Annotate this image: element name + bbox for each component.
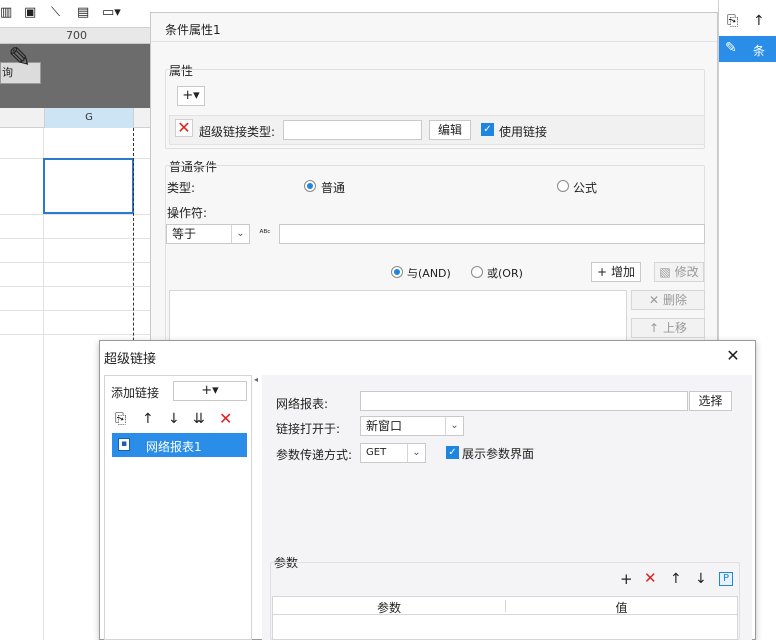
param-up-icon[interactable]: ↑ <box>670 572 682 586</box>
chevron-down-icon: ⌄ <box>407 444 425 462</box>
modify-condition-button[interactable]: ▧ 修改 <box>654 262 704 282</box>
add-button-label: 增加 <box>610 265 635 279</box>
show-param-checkbox[interactable]: ✓ <box>446 446 459 459</box>
add-link-dropdown[interactable]: +▾ <box>173 381 247 401</box>
params-col-value: 值 <box>615 601 628 615</box>
ruler-label: 700 <box>66 29 87 42</box>
line-icon[interactable]: ⟍ <box>51 6 60 19</box>
add-condition-button[interactable]: + 增加 <box>591 262 641 282</box>
web-report-label: 网络报表: <box>276 397 329 411</box>
select-button[interactable]: 选择 <box>689 391 732 411</box>
type-label: 类型: <box>167 181 196 195</box>
logic-and-radio[interactable] <box>391 266 403 278</box>
selected-cell[interactable] <box>43 158 134 214</box>
params-table[interactable]: 参数 值 <box>272 596 738 640</box>
link-list-panel: 添加链接 +▾ ⎘ ↑ ↓ ⇊ ✕ <box>104 375 252 640</box>
chevron-down-icon: ⌄ <box>445 417 463 435</box>
hyperlink-type-input[interactable] <box>283 120 422 140</box>
delete-small-icon: ✕ <box>649 293 660 307</box>
add-link-label: 添加链接 <box>111 386 160 400</box>
param-method-select[interactable]: GET ⌄ <box>360 443 426 463</box>
open-in-select[interactable]: 新窗口 ⌄ <box>360 416 464 436</box>
condition-attribute-dialog: 条件属性1 属性 +▾ ✕ 超级链接类型: 编辑 ✓ 使用链接 普通条件 类型:… <box>150 12 718 353</box>
open-in-label: 链接打开于: <box>276 422 341 436</box>
modify-icon: ▧ <box>659 265 671 279</box>
logic-and-label: 与(AND) <box>407 267 451 280</box>
operator-label: 操作符: <box>167 206 208 220</box>
add-attribute-button[interactable]: +▾ <box>177 86 205 106</box>
tree-item-web-report[interactable]: ▪ 网络报表1 <box>112 433 247 457</box>
arrow-up-small-icon: ↑ <box>649 321 660 335</box>
param-down-icon[interactable]: ↓ <box>695 572 707 586</box>
image-icon[interactable]: ▣ <box>24 6 36 19</box>
chevron-down-icon: ⌄ <box>231 225 249 243</box>
move-up-icon[interactable]: ↑ <box>142 412 154 426</box>
edit-button[interactable]: 编辑 <box>429 120 471 140</box>
use-link-label: 使用链接 <box>499 125 548 139</box>
move-down-icon[interactable]: ↓ <box>168 412 180 426</box>
param-method-label: 参数传递方式: <box>276 448 353 462</box>
close-icon[interactable]: ✕ <box>722 345 744 367</box>
web-report-input[interactable] <box>360 391 688 411</box>
type-formula-label: 公式 <box>573 181 598 195</box>
move-up-button-label: 上移 <box>662 321 687 335</box>
move-up-condition-button[interactable]: ↑ 上移 <box>631 318 705 338</box>
delete-param-icon[interactable]: ✕ <box>644 571 657 586</box>
form-icon[interactable]: ▤ <box>77 6 89 19</box>
show-param-label: 展示参数界面 <box>462 447 535 461</box>
type-normal-radio[interactable] <box>304 180 316 192</box>
splitter-arrow-icon[interactable]: ◂ <box>254 376 258 384</box>
tree-item-label: 网络报表1 <box>146 440 202 454</box>
delete-button-label: 删除 <box>662 293 687 307</box>
hyperlink-dialog-title: 超级链接 <box>104 352 157 367</box>
right-panel-item-label: 条件 <box>753 44 766 75</box>
param-p-icon[interactable]: P <box>719 572 733 586</box>
abc-type-icon[interactable]: ᴬᴮᶜ <box>256 225 274 243</box>
pencil-icon: ✎ <box>8 41 32 74</box>
column-header-g[interactable]: G <box>44 108 134 128</box>
use-link-checkbox[interactable]: ✓ <box>481 123 494 136</box>
edit-icon: ✎ <box>725 40 737 56</box>
type-formula-radio[interactable] <box>557 180 569 192</box>
chart-icon[interactable]: ▥ <box>0 6 12 19</box>
arrow-up-icon[interactable]: ↑ <box>753 14 765 28</box>
logic-or-label: 或(OR) <box>487 267 523 280</box>
right-panel-selected-item[interactable]: ✎ 条件 <box>719 36 776 75</box>
copy-icon[interactable]: ⎘ <box>727 14 738 28</box>
delete-link-icon[interactable]: ✕ <box>219 411 232 427</box>
params-col-param: 参数 <box>376 601 401 615</box>
report-icon: ▪ <box>118 438 130 451</box>
link-settings-panel: 网络报表: 选择 链接打开于: 新窗口 ⌄ 参数传递方式: GET ⌄ ✓ 展示… <box>262 375 752 640</box>
copy-link-icon[interactable]: ⎘ <box>115 412 126 426</box>
add-param-icon[interactable]: + <box>620 572 633 587</box>
delete-icon[interactable]: ✕ <box>175 119 193 137</box>
operand-input[interactable] <box>279 224 705 244</box>
delete-condition-button[interactable]: ✕ 删除 <box>631 290 705 310</box>
param-method-value: GET <box>366 447 387 458</box>
plus-icon: + <box>597 265 608 279</box>
dialog-title: 条件属性1 <box>165 23 221 37</box>
operator-value: 等于 <box>172 227 197 241</box>
logic-or-radio[interactable] <box>471 266 483 278</box>
open-in-value: 新窗口 <box>366 419 403 433</box>
move-bottom-icon[interactable]: ⇊ <box>193 412 205 426</box>
modify-button-label: 修改 <box>674 265 699 279</box>
hyperlink-type-label: 超级链接类型: <box>199 125 276 139</box>
operator-select[interactable]: 等于 ⌄ <box>166 224 250 244</box>
box-dropdown-icon[interactable]: ▭▾ <box>102 6 121 19</box>
type-normal-label: 普通 <box>321 181 346 195</box>
params-table-header: 参数 值 <box>273 597 737 615</box>
